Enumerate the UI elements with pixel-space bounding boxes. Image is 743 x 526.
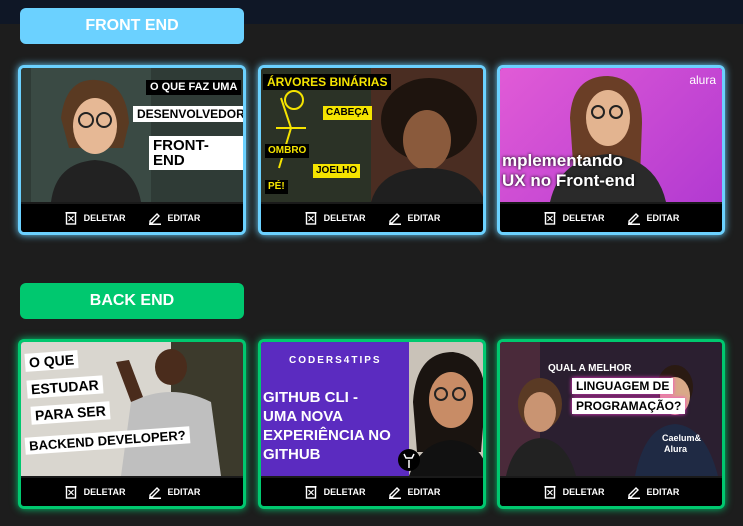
card-actions: DELETAR EDITAR bbox=[261, 476, 483, 506]
delete-button[interactable]: DELETAR bbox=[543, 211, 605, 225]
video-card[interactable]: CODERS4TIPS GITHUB CLI - UMA NOVA EXPERI… bbox=[258, 339, 486, 509]
brand-logo-text: alura bbox=[689, 73, 716, 87]
thumbnail-text: QUAL A MELHOR bbox=[548, 363, 632, 374]
thumbnail-text: EXPERIÊNCIA NO bbox=[263, 427, 391, 444]
delete-label: DELETAR bbox=[323, 487, 366, 497]
thumbnail-text: GITHUB bbox=[263, 446, 321, 463]
edit-label: EDITAR bbox=[167, 213, 201, 223]
delete-label: DELETAR bbox=[83, 487, 126, 497]
edit-button[interactable]: EDITAR bbox=[388, 485, 441, 499]
video-thumbnail[interactable]: O QUE FAZ UMA DESENVOLVEDORA FRONT-END bbox=[21, 68, 243, 202]
category-tag-front-end[interactable]: FRONT END bbox=[20, 8, 244, 44]
trash-icon bbox=[544, 486, 556, 499]
video-thumbnail[interactable]: O QUE ESTUDAR PARA SER BACKEND DEVELOPER… bbox=[21, 342, 243, 476]
video-card[interactable]: QUAL A MELHOR LINGUAGEM DE PROGRAMAÇÃO? … bbox=[497, 339, 725, 509]
edit-label: EDITAR bbox=[407, 487, 441, 497]
edit-button[interactable]: EDITAR bbox=[627, 485, 680, 499]
video-card[interactable]: alura mplementando UX no Front-end DELET… bbox=[497, 65, 725, 235]
shirt-text: Alura bbox=[664, 444, 688, 454]
trash-icon bbox=[544, 212, 556, 225]
pencil-icon bbox=[627, 213, 640, 225]
pencil-icon bbox=[388, 487, 401, 499]
video-thumbnail[interactable]: QUAL A MELHOR LINGUAGEM DE PROGRAMAÇÃO? … bbox=[500, 342, 722, 476]
card-actions: DELETAR EDITAR bbox=[500, 476, 722, 506]
category-tag-back-end[interactable]: BACK END bbox=[20, 283, 244, 319]
pencil-icon bbox=[627, 487, 640, 499]
thumbnail-text: O QUE bbox=[24, 350, 79, 372]
thumbnail-text: O QUE FAZ UMA bbox=[146, 80, 242, 95]
video-thumbnail[interactable]: alura mplementando UX no Front-end bbox=[500, 68, 722, 202]
delete-button[interactable]: DELETAR bbox=[64, 485, 126, 499]
edit-label: EDITAR bbox=[407, 213, 441, 223]
presenter-figure bbox=[31, 68, 151, 202]
delete-label: DELETAR bbox=[562, 213, 605, 223]
edit-label: EDITAR bbox=[646, 213, 680, 223]
delete-label: DELETAR bbox=[562, 487, 605, 497]
video-card[interactable]: ÁRVORES BINÁRIAS CABEÇA OMBRO JOELHO PÉ!… bbox=[258, 65, 486, 235]
thumbnail-text: CABEÇA bbox=[323, 106, 372, 120]
edit-button[interactable]: EDITAR bbox=[388, 211, 441, 225]
delete-button[interactable]: DELETAR bbox=[304, 485, 366, 499]
video-thumbnail[interactable]: CODERS4TIPS GITHUB CLI - UMA NOVA EXPERI… bbox=[261, 342, 483, 476]
delete-label: DELETAR bbox=[83, 213, 126, 223]
card-actions: DELETAR EDITAR bbox=[261, 202, 483, 232]
thumbnail-text: mplementando bbox=[502, 151, 623, 170]
delete-label: DELETAR bbox=[323, 213, 366, 223]
edit-label: EDITAR bbox=[167, 487, 201, 497]
thumbnail-text: CODERS4TIPS bbox=[289, 355, 382, 366]
trash-icon bbox=[65, 486, 77, 499]
edit-button[interactable]: EDITAR bbox=[627, 211, 680, 225]
trash-icon bbox=[305, 212, 317, 225]
trash-icon bbox=[65, 212, 77, 225]
shirt-text: Caelum& bbox=[662, 433, 702, 443]
thumbnail-text: ÁRVORES BINÁRIAS bbox=[263, 74, 392, 90]
thumbnail-text: UMA NOVA bbox=[263, 408, 343, 425]
thumbnail-text: UX no Front-end bbox=[502, 171, 636, 190]
trash-icon bbox=[305, 486, 317, 499]
video-card[interactable]: O QUE ESTUDAR PARA SER BACKEND DEVELOPER… bbox=[18, 339, 246, 509]
pencil-icon bbox=[148, 487, 161, 499]
card-actions: DELETAR EDITAR bbox=[21, 202, 243, 232]
thumbnail-text: DESENVOLVEDORA bbox=[133, 106, 243, 122]
edit-label: EDITAR bbox=[646, 487, 680, 497]
video-thumbnail[interactable]: ÁRVORES BINÁRIAS CABEÇA OMBRO JOELHO PÉ! bbox=[261, 68, 483, 202]
thumbnail-text: LINGUAGEM DE bbox=[572, 378, 674, 394]
delete-button[interactable]: DELETAR bbox=[543, 485, 605, 499]
delete-button[interactable]: DELETAR bbox=[64, 211, 126, 225]
thumbnail-text: OMBRO bbox=[265, 144, 310, 158]
delete-button[interactable]: DELETAR bbox=[304, 211, 366, 225]
thumbnail-text: PÉ! bbox=[265, 180, 288, 194]
thumbnail-text: PROGRAMAÇÃO? bbox=[572, 398, 686, 414]
edit-button[interactable]: EDITAR bbox=[148, 485, 201, 499]
pencil-icon bbox=[148, 213, 161, 225]
thumbnail-text: GITHUB CLI - bbox=[263, 389, 358, 406]
card-actions: DELETAR EDITAR bbox=[21, 476, 243, 506]
video-card[interactable]: O QUE FAZ UMA DESENVOLVEDORA FRONT-END D… bbox=[18, 65, 246, 235]
edit-button[interactable]: EDITAR bbox=[148, 211, 201, 225]
pencil-icon bbox=[388, 213, 401, 225]
thumbnail-text: FRONT-END bbox=[149, 136, 243, 170]
thumbnail-text: JOELHO bbox=[313, 164, 361, 178]
card-actions: DELETAR EDITAR bbox=[500, 202, 722, 232]
